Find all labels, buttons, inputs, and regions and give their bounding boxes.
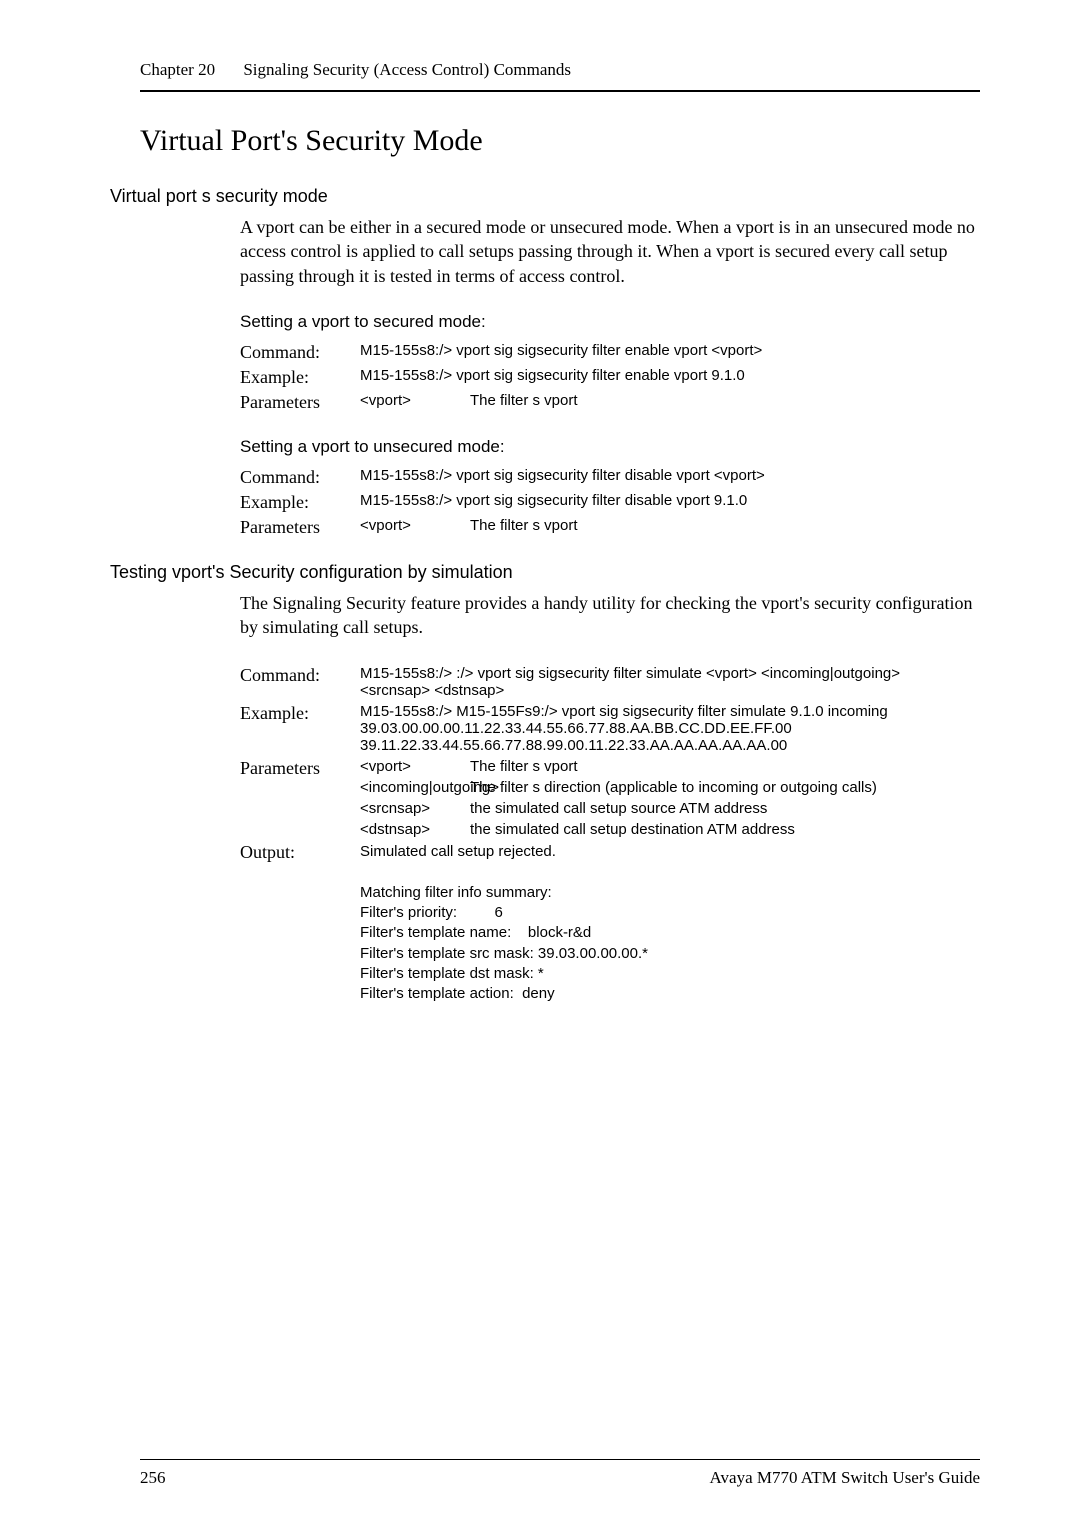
param-desc: The filter s vport <box>470 517 765 534</box>
param-name: <srcnsap> <box>360 800 470 817</box>
secured-label: Setting a vport to secured mode: <box>240 312 980 332</box>
param-desc: The filter s vport <box>470 758 920 775</box>
row-key: Output: <box>240 840 360 1006</box>
testing-body: The Signaling Security feature provides … <box>240 591 980 640</box>
chapter-label: Chapter 20 <box>140 60 215 79</box>
row-key: Command: <box>240 340 360 365</box>
row-key: Example: <box>240 365 360 390</box>
param-name: <vport> <box>360 517 470 534</box>
body-paragraph: A vport can be either in a secured mode … <box>240 215 980 288</box>
row-val: M15-155s8:/> vport sig sigsecurity filte… <box>360 365 762 390</box>
param-name: <vport> <box>360 758 470 775</box>
row-key: Example: <box>240 490 360 515</box>
param-name: <incoming|outgoing> <box>360 779 470 796</box>
testing-heading: Testing vport's Security configuration b… <box>110 562 980 583</box>
page-footer: 256 Avaya M770 ATM Switch User's Guide <box>140 1459 980 1488</box>
unsecured-table: Command: M15-155s8:/> vport sig sigsecur… <box>240 465 765 540</box>
row-key: Command: <box>240 663 360 701</box>
row-key: Example: <box>240 701 360 756</box>
header-rule <box>140 90 980 92</box>
row-val: M15-155s8:/> vport sig sigsecurity filte… <box>360 340 762 365</box>
chapter-title: Signaling Security (Access Control) Comm… <box>243 60 571 79</box>
page-number: 256 <box>140 1468 166 1488</box>
page-title: Virtual Port's Security Mode <box>140 124 980 158</box>
row-val: M15-155s8:/> :/> vport sig sigsecurity f… <box>360 663 920 701</box>
secured-table: Command: M15-155s8:/> vport sig sigsecur… <box>240 340 762 415</box>
row-val: M15-155s8:/> M15-155Fs9:/> vport sig sig… <box>360 701 920 756</box>
row-key: Parameters <box>240 515 360 540</box>
row-key: Parameters <box>240 390 360 415</box>
param-name: <vport> <box>360 392 470 409</box>
row-val: M15-155s8:/> vport sig sigsecurity filte… <box>360 465 765 490</box>
row-key: Command: <box>240 465 360 490</box>
param-desc: The filter s direction (applicable to in… <box>470 779 890 796</box>
param-desc: The filter s vport <box>470 392 762 409</box>
unsecured-label: Setting a vport to unsecured mode: <box>240 437 980 457</box>
row-val: M15-155s8:/> vport sig sigsecurity filte… <box>360 490 765 515</box>
row-key: Parameters <box>240 756 360 840</box>
testing-table: Command: M15-155s8:/> :/> vport sig sigs… <box>240 663 920 1006</box>
chapter-header: Chapter 20 Signaling Security (Access Co… <box>140 60 980 90</box>
output-block: Simulated call setup rejected. Matching … <box>360 842 920 1004</box>
param-desc: the simulated call setup destination ATM… <box>470 821 920 838</box>
param-name: <dstnsap> <box>360 821 470 838</box>
footer-right: Avaya M770 ATM Switch User's Guide <box>710 1468 980 1488</box>
param-desc: the simulated call setup source ATM addr… <box>470 800 920 817</box>
subsection-heading: Virtual port s security mode <box>110 186 980 207</box>
